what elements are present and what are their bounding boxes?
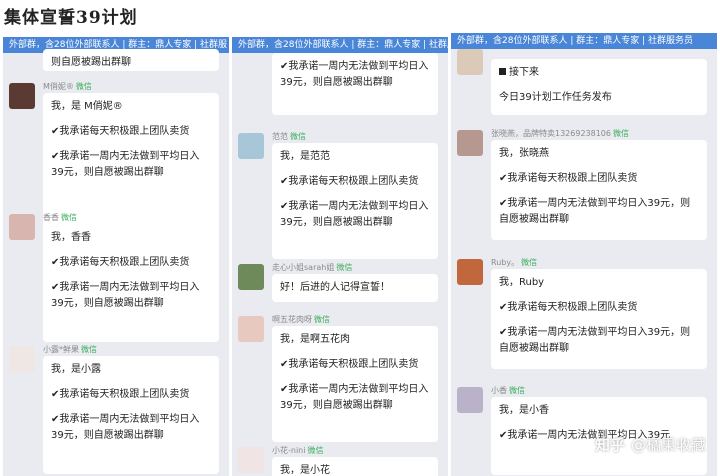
message-text: ✔我承诺每天积极跟上团队卖货 bbox=[280, 176, 419, 187]
watermark: 知乎 @橘果收藏 bbox=[595, 434, 706, 455]
message-bubble: 我，是啊五花肉 ✔我承诺每天积极跟上团队卖货 ✔我承诺一周内无法做到平均日入39… bbox=[272, 326, 438, 442]
message-text: 则自愿被踢出群聊 bbox=[51, 57, 131, 68]
message-bubble: 好！后进的人记得宣誓！ bbox=[272, 274, 438, 302]
avatar[interactable] bbox=[457, 259, 483, 285]
chat-header: 外部群，含28位外部联系人 | 群主：鼎人专家 | 社群服 bbox=[232, 37, 448, 53]
message-text: 我，Ruby bbox=[499, 277, 545, 288]
wechat-tag: 微信 bbox=[613, 129, 629, 138]
message-text: ✔我承诺每天积极跟上团队卖货 bbox=[499, 302, 638, 313]
message-bubble: 我，香香 ✔我承诺每天积极跟上团队卖货 ✔我承诺一周内无法做到平均日入39元，则… bbox=[43, 224, 219, 342]
square-bullet-icon bbox=[499, 68, 506, 75]
message-text: ✔我承诺一周内无法做到平均日入39元，则自愿被踢出群聊 bbox=[499, 327, 691, 354]
sender-name: 范范 微信 bbox=[272, 132, 306, 141]
sender-name: M俏妮® 微信 bbox=[43, 82, 92, 91]
sender-name: 小香 微信 bbox=[491, 386, 525, 395]
wechat-tag: 微信 bbox=[509, 386, 525, 395]
wechat-tag: 微信 bbox=[521, 258, 538, 267]
message-text: ✔我承诺一周内无法做到平均日入39元，则自愿被踢出群聊 bbox=[51, 282, 200, 309]
message-text: ✔我承诺每天积极跟上团队卖货 bbox=[51, 389, 190, 400]
chat-panel-2: 外部群，含28位外部联系人 | 群主：鼎人专家 | 社群服 ✔我承诺一周内无法做… bbox=[232, 37, 448, 476]
chat-panel-1: 外部群，含28位外部联系人 | 群主：鼎人专家 | 社群服 则自愿被踢出群聊 M… bbox=[3, 37, 229, 476]
sender-name: 啊五花肉呀 微信 bbox=[272, 315, 330, 324]
message-bubble: 接下来 今日39计划工作任务发布 bbox=[491, 59, 707, 115]
message-text: ✔我承诺每天积极跟上团队卖货 bbox=[499, 173, 638, 184]
message-text: 我，是小香 bbox=[499, 405, 549, 416]
message-bubble: 我，是小露 ✔我承诺每天积极跟上团队卖货 ✔我承诺一周内无法做到平均日入39元，… bbox=[43, 356, 219, 474]
chat-header: 外部群，含28位外部联系人 | 群主：鼎人专家 | 社群服务员 bbox=[451, 33, 717, 49]
message-text: ✔我承诺每天积极跟上团队卖货 bbox=[280, 359, 419, 370]
wechat-tag: 微信 bbox=[61, 213, 77, 222]
watermark-text: @橘果收藏 bbox=[630, 436, 706, 454]
message-text: ✔我承诺每天积极跟上团队卖货 bbox=[51, 257, 190, 268]
avatar[interactable] bbox=[238, 316, 264, 342]
avatar[interactable] bbox=[238, 447, 264, 473]
avatar[interactable] bbox=[9, 83, 35, 109]
avatar[interactable] bbox=[9, 346, 35, 372]
zhihu-logo: 知乎 bbox=[594, 436, 625, 454]
wechat-tag: 微信 bbox=[290, 132, 306, 141]
message-text: 我，香香 bbox=[51, 232, 91, 243]
sender-name: 张晓燕，品牌特卖13269238106 微信 bbox=[491, 129, 629, 138]
message-text: 接下来 bbox=[499, 65, 699, 81]
message-text: 我，是范范 bbox=[280, 151, 330, 162]
message-text: ✔我承诺一周内无法做到平均日入39元，则自愿被踢出群聊 bbox=[280, 61, 429, 88]
avatar[interactable] bbox=[457, 130, 483, 156]
wechat-tag: 微信 bbox=[81, 345, 97, 354]
avatar[interactable] bbox=[457, 49, 483, 75]
message-text: 我，是小花 bbox=[280, 465, 330, 476]
wechat-tag: 微信 bbox=[314, 315, 330, 324]
message-text: 好！后进的人记得宣誓！ bbox=[280, 282, 390, 293]
message-text: 今日39计划工作任务发布 bbox=[499, 92, 612, 103]
message-text: 我，是 M俏妮® bbox=[51, 101, 123, 112]
avatar[interactable] bbox=[9, 214, 35, 240]
message-text: 我，是小露 bbox=[51, 364, 101, 375]
avatar[interactable] bbox=[238, 264, 264, 290]
message-bubble: 我，Ruby ✔我承诺每天积极跟上团队卖货 ✔我承诺一周内无法做到平均日入39元… bbox=[491, 269, 707, 369]
avatar[interactable] bbox=[457, 387, 483, 413]
message-text: ✔我承诺一周内无法做到平均日入39元，则自愿被踢出群聊 bbox=[499, 198, 691, 225]
wechat-tag: 微信 bbox=[336, 263, 353, 272]
message-text: 我，是啊五花肉 bbox=[280, 334, 350, 345]
wechat-tag: 微信 bbox=[75, 82, 92, 91]
sender-name: 小露*鲜果 微信 bbox=[43, 345, 97, 354]
sender-name: 走心小姐sarah姐 微信 bbox=[272, 263, 353, 272]
sender-name: Ruby。 微信 bbox=[491, 258, 538, 267]
sender-name: 小花-nini 微信 bbox=[272, 446, 324, 455]
message-text: ✔我承诺一周内无法做到平均日入39元，则自愿被踢出群聊 bbox=[280, 384, 429, 411]
sender-name: 香香 微信 bbox=[43, 213, 77, 222]
message-bubble: 我，是范范 ✔我承诺每天积极跟上团队卖货 ✔我承诺一周内无法做到平均日入39元，… bbox=[272, 143, 438, 259]
wechat-tag: 微信 bbox=[307, 446, 324, 455]
avatar[interactable] bbox=[238, 133, 264, 159]
message-bubble: 我，张晓燕 ✔我承诺每天积极跟上团队卖货 ✔我承诺一周内无法做到平均日入39元，… bbox=[491, 140, 707, 240]
message-bubble: 我，是小花 bbox=[272, 457, 438, 476]
message-text: ✔我承诺一周内无法做到平均日入39元，则自愿被踢出群聊 bbox=[51, 151, 200, 178]
message-text: 我，张晓燕 bbox=[499, 148, 549, 159]
message-text: ✔我承诺每天积极跟上团队卖货 bbox=[51, 126, 190, 137]
message-text: ✔我承诺一周内无法做到平均日入39元，则自愿被踢出群聊 bbox=[51, 414, 200, 441]
chat-panel-3: 外部群，含28位外部联系人 | 群主：鼎人专家 | 社群服务员 接下来 今日39… bbox=[451, 33, 717, 476]
page-title: 集体宣誓39计划 bbox=[4, 8, 138, 28]
message-text: ✔我承诺一周内无法做到平均日入39元，则自愿被踢出群聊 bbox=[280, 201, 429, 228]
